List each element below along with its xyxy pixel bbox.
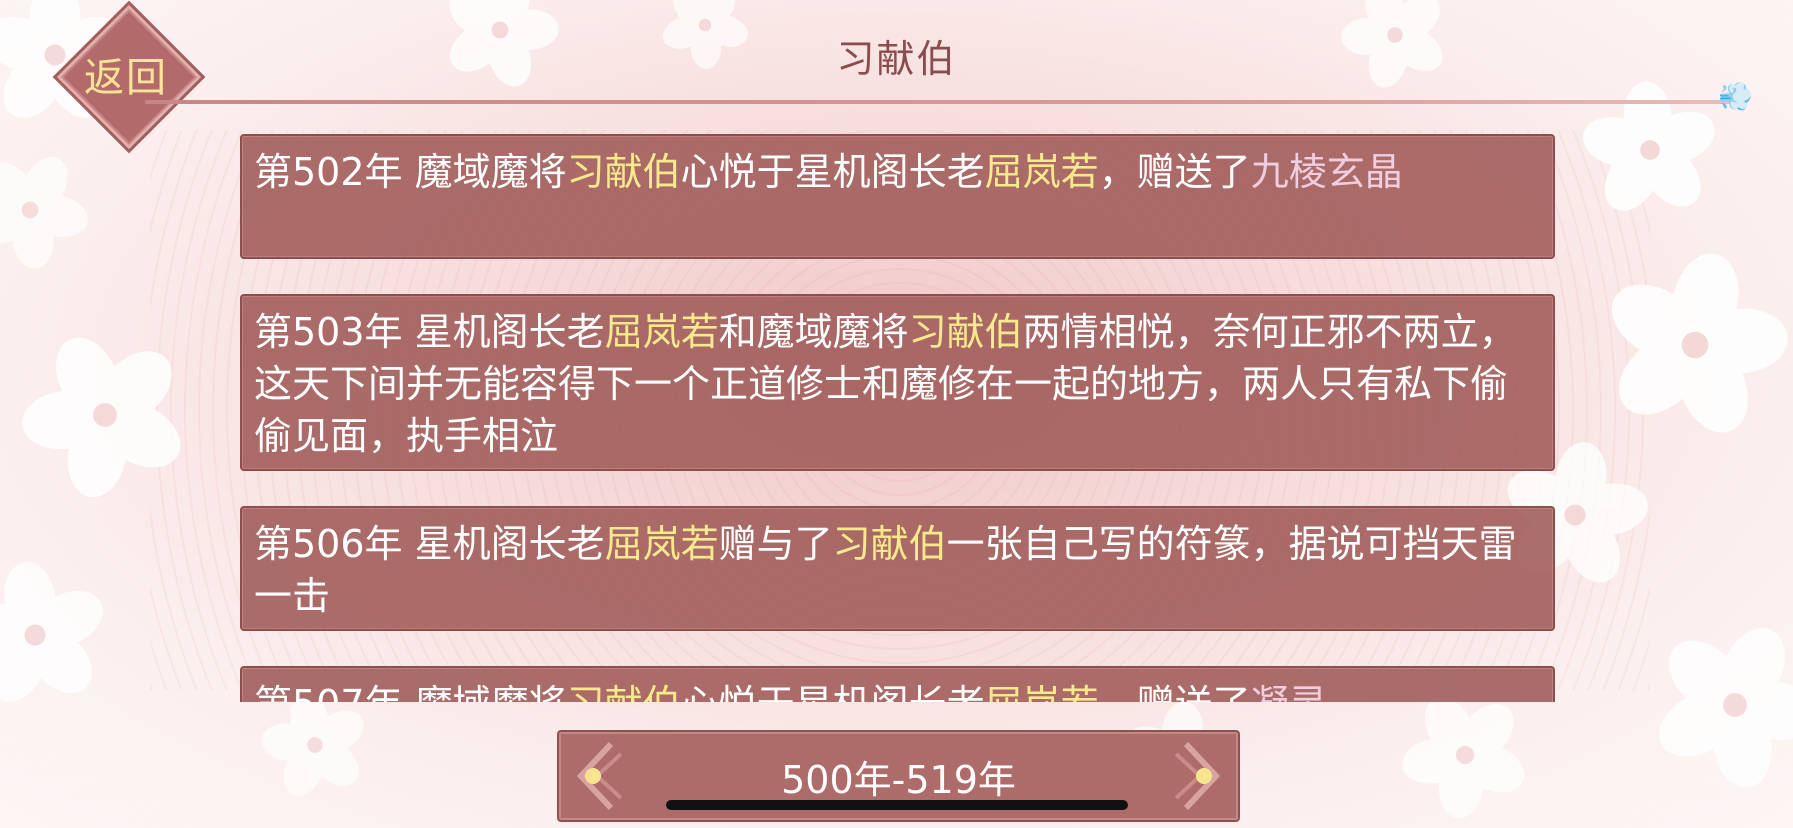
event-text: 心悦于星机阁长老 bbox=[681, 682, 985, 702]
blossom-decoration bbox=[260, 690, 370, 800]
event-text: 和魔域魔将 bbox=[718, 310, 909, 354]
event-text: ，赠送了 bbox=[1098, 150, 1251, 194]
event-text: 第507年 魔域魔将 bbox=[254, 682, 567, 702]
event-card: 第507年 魔域魔将习献伯心悦于星机阁长老屈岚若，赠送了凝灵 bbox=[240, 666, 1555, 702]
character-name: 习献伯 bbox=[832, 522, 947, 566]
blossom-decoration bbox=[0, 560, 110, 710]
event-text: 第502年 魔域魔将 bbox=[254, 150, 567, 194]
event-list[interactable]: 第502年 魔域魔将习献伯心悦于星机阁长老屈岚若，赠送了九棱玄晶 第503年 星… bbox=[240, 134, 1555, 702]
event-text: 赠与了 bbox=[718, 522, 833, 566]
character-name: 习献伯 bbox=[566, 150, 681, 194]
blossom-decoration bbox=[1650, 620, 1793, 790]
event-card: 第506年 星机阁长老屈岚若赠与了习献伯一张自己写的符篆，据说可挡天雷一击 bbox=[240, 506, 1555, 631]
item-name: 九棱玄晶 bbox=[1250, 150, 1403, 194]
home-indicator bbox=[666, 800, 1128, 810]
character-name: 习献伯 bbox=[567, 682, 681, 702]
character-name: 习献伯 bbox=[908, 310, 1023, 354]
event-text: 第503年 星机阁长老 bbox=[254, 310, 605, 354]
next-arrow-icon bbox=[1174, 741, 1221, 811]
blossom-decoration bbox=[0, 150, 90, 270]
character-name: 屈岚若 bbox=[985, 682, 1099, 702]
title-divider bbox=[145, 100, 1730, 104]
item-name: 凝灵 bbox=[1251, 682, 1327, 702]
cloud-scroll-icon: 💨 bbox=[1718, 80, 1753, 113]
event-card: 第502年 魔域魔将习献伯心悦于星机阁长老屈岚若，赠送了九棱玄晶 bbox=[240, 134, 1555, 259]
event-card: 第503年 星机阁长老屈岚若和魔域魔将习献伯两情相悦，奈何正邪不两立，这天下间并… bbox=[240, 294, 1555, 471]
event-text: 第506年 星机阁长老 bbox=[254, 522, 605, 566]
character-name: 屈岚若 bbox=[604, 310, 719, 354]
character-name: 屈岚若 bbox=[604, 522, 719, 566]
blossom-decoration bbox=[1400, 690, 1530, 820]
character-name: 屈岚若 bbox=[984, 150, 1099, 194]
event-text: ，赠送了 bbox=[1099, 682, 1251, 702]
page-title: 习献伯 bbox=[836, 37, 957, 81]
next-range-button[interactable] bbox=[1166, 736, 1226, 816]
event-text: 心悦于星机阁长老 bbox=[680, 150, 985, 194]
